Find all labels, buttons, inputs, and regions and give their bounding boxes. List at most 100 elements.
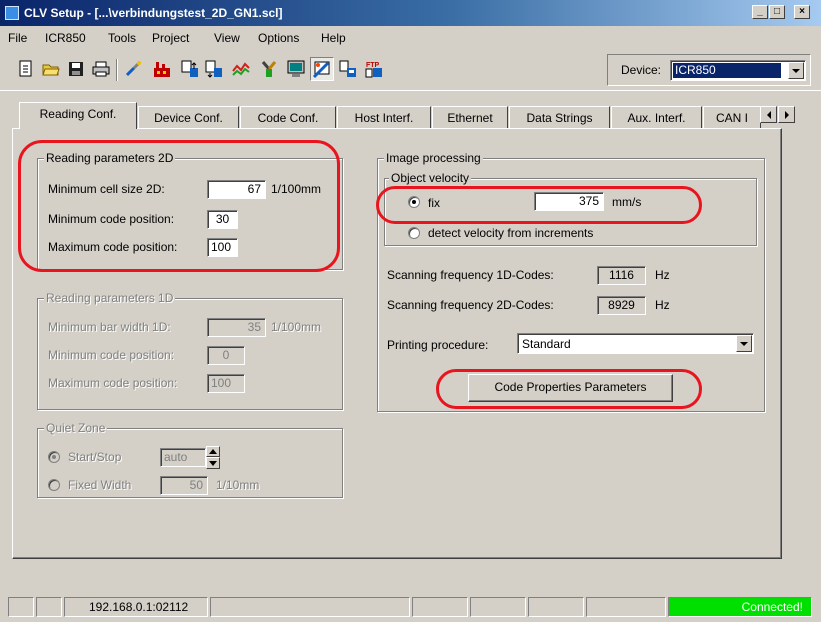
reading-2d-title: Reading parameters 2D	[44, 151, 176, 165]
minimize-button[interactable]: _	[752, 5, 768, 19]
menu-project[interactable]: Project	[152, 31, 189, 45]
download-icon[interactable]	[202, 57, 226, 81]
menu-bar: File ICR850 Tools Project View Options H…	[0, 27, 821, 47]
freq-2d-label: Scanning frequency 2D-Codes:	[387, 298, 554, 312]
menu-file[interactable]: File	[8, 31, 27, 45]
reading-1d-title: Reading parameters 1D	[44, 291, 176, 305]
svg-text:FTP: FTP	[366, 62, 380, 69]
start-stop-spinner[interactable]	[206, 446, 220, 469]
tab-scroll-right-button[interactable]	[778, 106, 795, 123]
window-title: CLV Setup - [...\verbindungstest_2D_GN1.…	[24, 6, 283, 20]
new-file-icon[interactable]	[14, 57, 38, 81]
spin-up-icon	[209, 449, 217, 454]
menu-view[interactable]: View	[214, 31, 240, 45]
image-processing-title: Image processing	[384, 151, 483, 165]
start-stop-field[interactable]: auto	[160, 448, 206, 467]
monitor-icon[interactable]	[284, 57, 308, 81]
app-icon	[5, 6, 19, 20]
printing-procedure-label: Printing procedure:	[387, 338, 489, 352]
max-code-position-2d-field[interactable]: 100	[207, 238, 238, 257]
freq-1d-value: 1116	[597, 266, 646, 285]
title-bar[interactable]: CLV Setup - [...\verbindungstest_2D_GN1.…	[0, 0, 821, 26]
close-button[interactable]: ×	[794, 5, 810, 19]
freq-1d-label: Scanning frequency 1D-Codes:	[387, 268, 554, 282]
min-code-position-2d-label: Minimum code position:	[48, 212, 175, 226]
maximize-button[interactable]: □	[769, 5, 785, 19]
device-label: Device:	[621, 63, 662, 77]
spin-down-icon	[209, 461, 217, 466]
connect-device-icon[interactable]	[122, 57, 146, 81]
device-select[interactable]: ICR850	[670, 60, 806, 81]
status-pane-1	[8, 597, 34, 617]
chart-icon[interactable]	[229, 57, 253, 81]
status-connection: Connected!	[668, 597, 812, 617]
status-pane-5	[412, 597, 468, 617]
freq-1d-unit: Hz	[655, 268, 670, 282]
tab-host-interf[interactable]: Host Interf.	[337, 106, 431, 128]
toolbar-separator	[116, 59, 118, 81]
print-icon[interactable]	[89, 57, 113, 81]
factory-icon[interactable]	[150, 57, 174, 81]
freq-2d-value: 8929	[597, 296, 646, 315]
fix-velocity-unit: mm/s	[612, 195, 642, 209]
menu-help[interactable]: Help	[321, 31, 346, 45]
min-code-position-2d-field[interactable]: 30	[207, 210, 238, 229]
fixed-width-unit: 1/10mm	[216, 478, 260, 492]
max-code-position-1d-label: Maximum code position:	[48, 376, 178, 390]
fix-velocity-label: fix	[428, 196, 440, 210]
start-stop-radio[interactable]	[48, 451, 60, 463]
min-cell-size-unit: 1/100mm	[271, 182, 322, 196]
printing-procedure-value: Standard	[522, 337, 571, 351]
terminal-icon[interactable]	[310, 57, 334, 81]
status-pane-4	[210, 597, 410, 617]
min-bar-width-unit: 1/100mm	[271, 320, 322, 334]
detect-velocity-radio[interactable]	[408, 227, 420, 239]
tab-data-strings[interactable]: Data Strings	[509, 106, 610, 128]
fixed-width-radio[interactable]	[48, 479, 60, 491]
quiet-zone-title: Quiet Zone	[44, 421, 108, 435]
tab-code-conf[interactable]: Code Conf.	[240, 106, 336, 128]
tab-ethernet[interactable]: Ethernet	[432, 106, 508, 128]
chevron-right-icon	[784, 110, 789, 119]
save-disk-icon[interactable]	[64, 57, 88, 81]
min-bar-width-field[interactable]: 35	[207, 318, 266, 337]
tools-icon[interactable]	[257, 57, 281, 81]
status-pane-8	[586, 597, 666, 617]
chevron-down-icon[interactable]	[736, 335, 752, 352]
freq-2d-unit: Hz	[655, 298, 670, 312]
fix-velocity-radio[interactable]	[408, 196, 420, 208]
fixed-width-label: Fixed Width	[68, 478, 132, 492]
detect-velocity-label: detect velocity from increments	[428, 226, 594, 240]
transfer-icon[interactable]	[336, 57, 360, 81]
max-code-position-2d-label: Maximum code position:	[48, 240, 178, 254]
chevron-down-icon[interactable]	[788, 62, 804, 79]
tab-scroll-left-button[interactable]	[760, 106, 777, 123]
tab-aux-interf[interactable]: Aux. Interf.	[611, 106, 702, 128]
tab-reading-conf[interactable]: Reading Conf.	[19, 102, 137, 129]
min-code-position-1d-label: Minimum code position:	[48, 348, 175, 362]
menu-icr850[interactable]: ICR850	[45, 31, 86, 45]
tab-can[interactable]: CAN I	[703, 106, 761, 128]
min-bar-width-label: Minimum bar width 1D:	[48, 320, 171, 334]
fix-velocity-field[interactable]: 375	[534, 192, 604, 211]
min-code-position-1d-field[interactable]: 0	[207, 346, 245, 365]
menu-tools[interactable]: Tools	[108, 31, 136, 45]
fixed-width-field[interactable]: 50	[160, 476, 208, 495]
status-pane-6	[470, 597, 526, 617]
object-velocity-title: Object velocity	[389, 171, 472, 185]
max-code-position-1d-field[interactable]: 100	[207, 374, 245, 393]
status-bar: 192.168.0.1:02112 Connected!	[0, 592, 821, 622]
status-address: 192.168.0.1:02112	[64, 597, 208, 617]
min-cell-size-field[interactable]: 67	[207, 180, 266, 199]
tab-device-conf[interactable]: Device Conf.	[138, 106, 239, 128]
printing-procedure-select[interactable]: Standard	[517, 333, 754, 354]
open-folder-icon[interactable]	[39, 57, 63, 81]
ftp-icon[interactable]: FTP	[362, 57, 386, 81]
device-select-value: ICR850	[673, 63, 781, 78]
code-properties-button[interactable]: Code Properties Parameters	[468, 374, 673, 402]
start-stop-label: Start/Stop	[68, 450, 122, 464]
menu-options[interactable]: Options	[258, 31, 299, 45]
status-pane-7	[528, 597, 584, 617]
min-cell-size-label: Minimum cell size 2D:	[48, 182, 165, 196]
upload-icon[interactable]	[178, 57, 202, 81]
